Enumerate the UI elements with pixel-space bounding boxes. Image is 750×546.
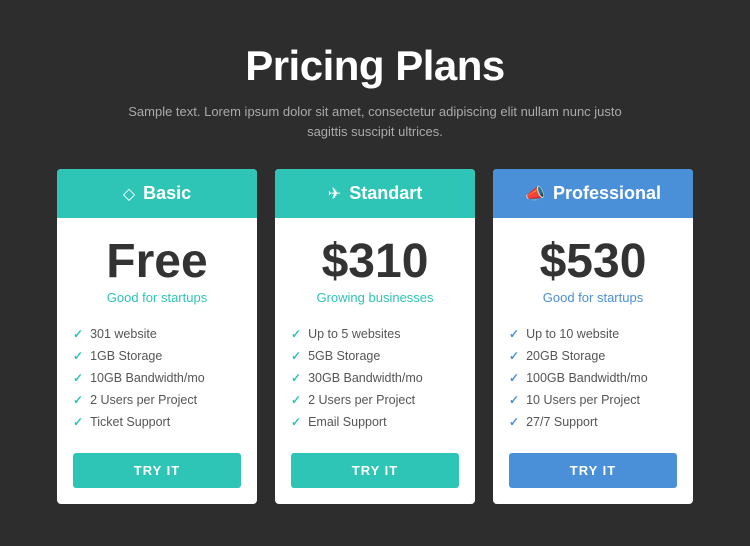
feature-text: Up to 5 websites [308,327,400,341]
cta-button-basic[interactable]: TRY IT [73,453,241,488]
checkmark-icon: ✓ [291,349,301,363]
checkmark-icon: ✓ [291,415,301,429]
feature-text: Email Support [308,415,387,429]
checkmark-icon: ✓ [73,415,83,429]
list-item: ✓ Up to 5 websites [291,323,459,345]
checkmark-icon: ✓ [73,327,83,341]
list-item: ✓ 100GB Bandwidth/mo [509,367,677,389]
list-item: ✓ 2 Users per Project [291,389,459,411]
plan-body-standart: $310Growing businesses✓Up to 5 websites✓… [275,218,475,504]
plan-tagline-basic: Good for startups [73,290,241,305]
list-item: ✓ 10GB Bandwidth/mo [73,367,241,389]
plan-body-professional: $530 Good for startups ✓ Up to 10 website ✓ 2… [493,218,693,504]
plan-tagline-standart: Growing businesses [291,290,459,305]
checkmark-icon: ✓ [509,393,519,407]
plan-card-basic: ◇BasicFreeGood for startups✓301 website✓… [57,169,257,504]
list-item: ✓ 301 website [73,323,241,345]
list-item: ✓ 30GB Bandwidth/mo [291,367,459,389]
list-item: ✓ 5GB Storage [291,345,459,367]
list-item: ✓ 10 Users per Project [509,389,677,411]
list-item: ✓ 1GB Storage [73,345,241,367]
checkmark-icon: ✓ [291,393,301,407]
plan-card-professional: 📣 Professional $530 Good for startups ✓ Up to… [493,169,693,504]
feature-text: Ticket Support [90,415,170,429]
list-item: ✓ Up to 10 website [509,323,677,345]
feature-text: 2 Users per Project [308,393,415,407]
plan-icon-basic: ◇ [123,184,135,204]
plans-container: ◇BasicFreeGood for startups✓301 website✓… [57,169,693,504]
checkmark-icon: ✓ [291,327,301,341]
feature-text: 10GB Bandwidth/mo [90,371,205,385]
plan-tagline-professional: Good for startups [509,290,677,305]
page-title: Pricing Plans [115,42,635,90]
list-item: ✓ 2 Users per Project [73,389,241,411]
cta-button-standart[interactable]: TRY IT [291,453,459,488]
plan-name-professional: Professional [553,183,661,204]
feature-text: 30GB Bandwidth/mo [308,371,423,385]
feature-text: 1GB Storage [90,349,162,363]
feature-text: 5GB Storage [308,349,380,363]
plan-name-standart: Standart [349,183,422,204]
checkmark-icon: ✓ [73,371,83,385]
feature-text: 20GB Storage [526,349,605,363]
checkmark-icon: ✓ [291,371,301,385]
feature-text: 2 Users per Project [90,393,197,407]
list-item: ✓ Ticket Support [73,411,241,433]
feature-text: 27/7 Support [526,415,598,429]
list-item: ✓ 20GB Storage [509,345,677,367]
plan-features-standart: ✓ Up to 5 websites ✓ 5GB Storage ✓ 30GB Bandw… [291,323,459,433]
cta-button-professional[interactable]: TRY IT [509,453,677,488]
plan-icon-standart: ✈ [328,184,341,204]
checkmark-icon: ✓ [509,349,519,363]
plan-price-professional: $530 [509,238,677,286]
page-header: Pricing Plans Sample text. Lorem ipsum d… [115,42,635,141]
checkmark-icon: ✓ [509,415,519,429]
checkmark-icon: ✓ [509,371,519,385]
plan-icon-professional: 📣 [525,184,545,204]
feature-text: 100GB Bandwidth/mo [526,371,648,385]
plan-price-basic: Free [73,238,241,286]
checkmark-icon: ✓ [73,393,83,407]
plan-features-basic: ✓ 301 website ✓ 1GB Storage ✓ 10GB Bandwidth/… [73,323,241,433]
checkmark-icon: ✓ [73,349,83,363]
plan-name-basic: Basic [143,183,191,204]
plan-header-professional: 📣 Professional [493,169,693,218]
checkmark-icon: ✓ [509,327,519,341]
plan-card-standart: ✈ Standart $310 Growing businesses ✓ Up to 5 … [275,169,475,504]
plan-header-standart: ✈ Standart [275,169,475,218]
list-item: ✓ 27/7 Support [509,411,677,433]
plan-features-professional: ✓ Up to 10 website ✓ 20GB Storage ✓ 100GB Ban… [509,323,677,433]
feature-text: Up to 10 website [526,327,619,341]
list-item: ✓ Email Support [291,411,459,433]
feature-text: 301 website [90,327,157,341]
feature-text: 10 Users per Project [526,393,640,407]
page-subtitle: Sample text. Lorem ipsum dolor sit amet,… [115,102,635,141]
plan-price-standart: $310 [291,238,459,286]
plan-header-basic: ◇ Basic [57,169,257,218]
plan-body-basic: Free Good for startups ✓ 301 website ✓ 1GB St… [57,218,257,504]
